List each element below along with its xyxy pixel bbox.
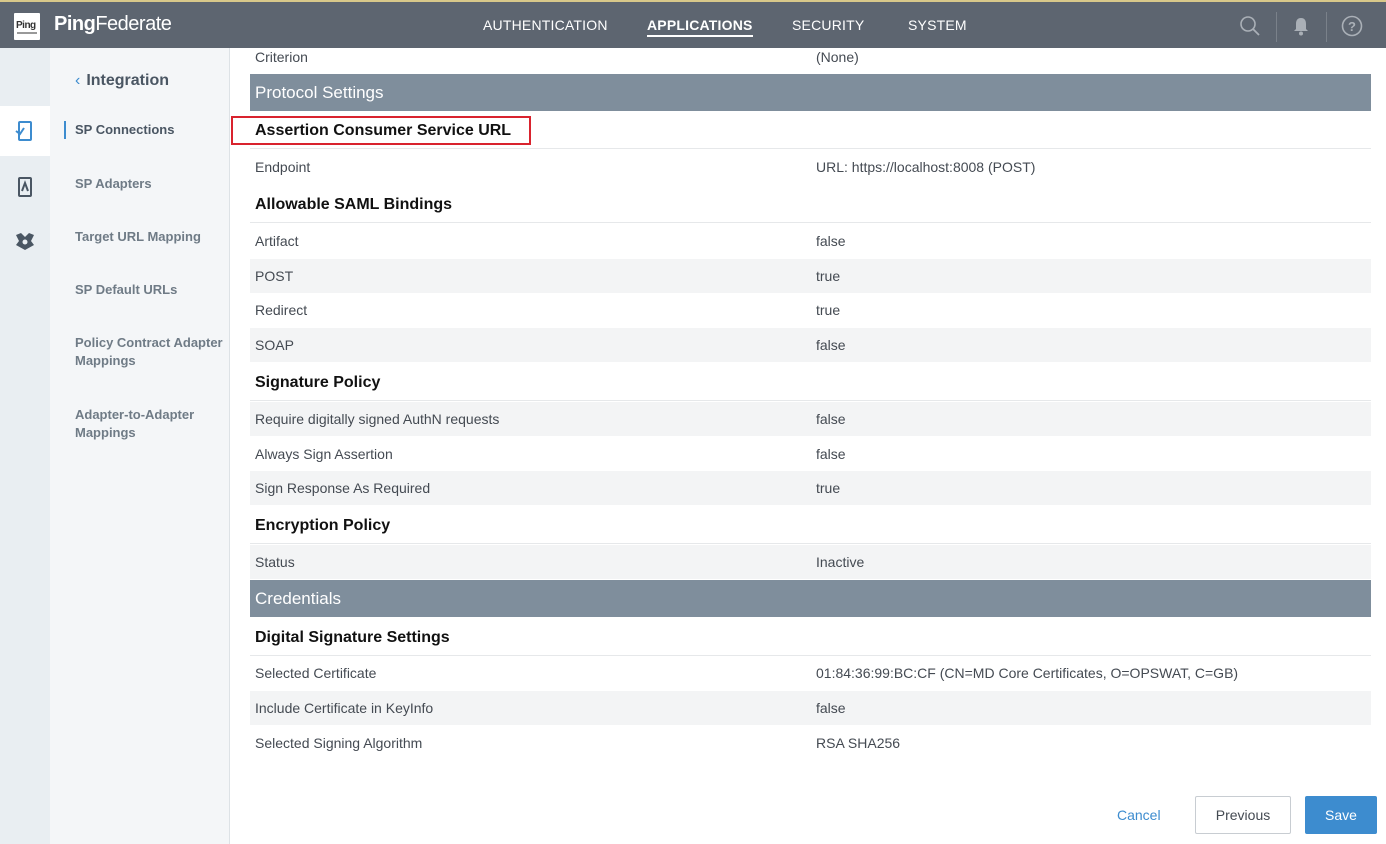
- subnav-item-sp-default-urls[interactable]: SP Default URLs: [75, 281, 225, 299]
- cancel-button[interactable]: Cancel: [1117, 807, 1161, 823]
- nav-authentication[interactable]: AUTHENTICATION: [483, 17, 608, 33]
- subnav-item-sp-adapters[interactable]: SP Adapters: [75, 175, 225, 193]
- section-title: Protocol Settings: [255, 83, 384, 102]
- subhead-title: Allowable SAML Bindings: [255, 196, 453, 213]
- row-label: Endpoint: [255, 159, 311, 175]
- nav-applications[interactable]: APPLICATIONS: [647, 17, 753, 37]
- save-button[interactable]: Save: [1305, 796, 1377, 834]
- subnav-item-sp-connections[interactable]: SP Connections: [75, 121, 225, 139]
- svg-text:?: ?: [1348, 19, 1356, 34]
- table-row: Always Sign Assertion false: [250, 437, 1371, 471]
- row-value: false: [816, 337, 846, 353]
- criterion-row: Criterion (None): [250, 40, 1371, 74]
- nav-security[interactable]: SECURITY: [792, 17, 864, 33]
- row-value: false: [816, 233, 846, 249]
- row-value: true: [816, 302, 841, 318]
- subnav-item-policy-contract-adapter-mappings[interactable]: Policy Contract Adapter Mappings: [75, 334, 225, 370]
- section-title: Credentials: [255, 589, 341, 608]
- summary-content: Criterion (None) Protocol Settings Asser…: [250, 48, 1371, 844]
- brand-suffix: Federate: [95, 13, 172, 35]
- table-row: Include Certificate in KeyInfo false: [250, 691, 1371, 725]
- subnav-title: Integration: [86, 72, 169, 89]
- row-label: Selected Certificate: [255, 665, 377, 681]
- endpoint-row: Endpoint URL: https://localhost:8008 (PO…: [250, 150, 1371, 184]
- table-row: POST true: [250, 259, 1371, 293]
- table-row: Artifact false: [250, 224, 1371, 258]
- row-label: Artifact: [255, 233, 299, 249]
- row-label: Criterion: [255, 49, 308, 65]
- row-label: Require digitally signed AuthN requests: [255, 411, 500, 427]
- row-value: true: [816, 268, 841, 284]
- idp-connections-icon[interactable]: [13, 175, 37, 199]
- subhead-digital-signature: Digital Signature Settings: [250, 618, 1371, 656]
- subhead-saml-bindings: Allowable SAML Bindings: [250, 185, 1371, 223]
- row-label: POST: [255, 268, 294, 284]
- section-protocol-settings: Protocol Settings: [250, 74, 1371, 111]
- back-to-integration[interactable]: ‹ Integration: [75, 72, 169, 90]
- subhead-title: Encryption Policy: [255, 517, 391, 534]
- section-credentials: Credentials: [250, 580, 1371, 617]
- subhead-encryption-policy: Encryption Policy: [250, 506, 1371, 544]
- row-label: Redirect: [255, 302, 308, 318]
- row-value: true: [816, 480, 841, 496]
- table-row: Status Inactive: [250, 545, 1371, 579]
- logo-text: Ping: [16, 20, 36, 31]
- row-label: Always Sign Assertion: [255, 446, 393, 462]
- sub-navigation: ‹ Integration SP Connections SP Adapters …: [50, 48, 230, 844]
- brand-prefix: Ping: [54, 13, 96, 35]
- subhead-signature-policy: Signature Policy: [250, 363, 1371, 401]
- subnav-item-target-url-mapping[interactable]: Target URL Mapping: [75, 228, 225, 246]
- table-row: Sign Response As Required true: [250, 471, 1371, 505]
- table-row: Selected Signing Algorithm RSA SHA256: [250, 726, 1371, 760]
- row-label: Include Certificate in KeyInfo: [255, 700, 434, 716]
- table-row: Selected Certificate 01:84:36:99:BC:CF (…: [250, 656, 1371, 690]
- nav-system[interactable]: SYSTEM: [908, 17, 967, 33]
- row-label: Status: [255, 554, 295, 570]
- row-label: Sign Response As Required: [255, 480, 431, 496]
- active-item-indicator: [64, 121, 66, 139]
- highlight-box: [231, 116, 531, 145]
- ping-logo[interactable]: Ping: [14, 13, 40, 40]
- help-icon[interactable]: ?: [1340, 14, 1364, 38]
- row-value: RSA SHA256: [816, 735, 901, 751]
- oauth-shield-icon[interactable]: [13, 229, 37, 253]
- icon-rail: [0, 48, 50, 844]
- sp-connections-icon[interactable]: [13, 119, 37, 143]
- subnav-item-adapter-to-adapter-mappings[interactable]: Adapter-to-Adapter Mappings: [75, 406, 225, 442]
- row-value: Inactive: [816, 554, 865, 570]
- brand-name: PingFederate: [54, 13, 172, 36]
- search-icon[interactable]: [1238, 14, 1262, 38]
- subhead-title: Digital Signature Settings: [255, 629, 450, 646]
- subhead-title: Signature Policy: [255, 374, 381, 391]
- table-row: SOAP false: [250, 328, 1371, 362]
- table-row: Redirect true: [250, 293, 1371, 327]
- row-value: (None): [816, 49, 859, 65]
- row-value: false: [816, 411, 846, 427]
- previous-button[interactable]: Previous: [1195, 796, 1291, 834]
- row-value: URL: https://localhost:8008 (POST): [816, 159, 1036, 175]
- row-label: Selected Signing Algorithm: [255, 735, 423, 751]
- table-row: Require digitally signed AuthN requests …: [250, 402, 1371, 436]
- row-value: 01:84:36:99:BC:CF (CN=MD Core Certificat…: [816, 665, 1239, 681]
- row-value: false: [816, 700, 846, 716]
- chevron-left-icon: ‹: [75, 72, 81, 89]
- bell-icon[interactable]: [1289, 14, 1313, 38]
- row-value: false: [816, 446, 846, 462]
- row-label: SOAP: [255, 337, 294, 353]
